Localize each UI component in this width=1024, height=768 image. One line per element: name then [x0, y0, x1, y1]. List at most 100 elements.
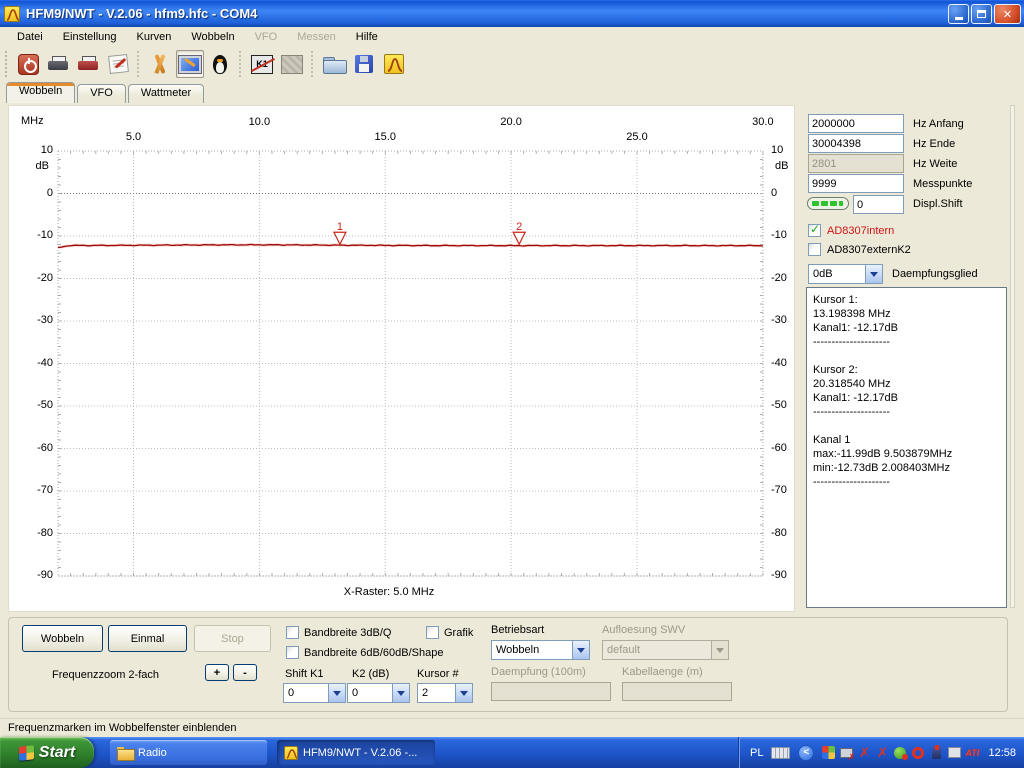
start-button[interactable]: Start [0, 737, 94, 768]
aufloesung-label: Aufloesung SWV [602, 624, 685, 636]
cursor-info-line: Kanal1: -12.17dB [813, 322, 1000, 336]
chevron-down-icon [865, 265, 882, 283]
y-tick-label: -40 [771, 357, 787, 369]
cursor-info-line: --------------------- [813, 336, 1000, 350]
ad8307intern-label: AD8307intern [827, 225, 894, 237]
close-button[interactable]: ✕ [994, 4, 1021, 24]
k2-db-select[interactable]: 0 [347, 683, 410, 703]
save-icon[interactable] [350, 50, 378, 78]
x-tick-label: 10.0 [239, 116, 279, 128]
y-tick-label: 10 [13, 144, 53, 156]
maximize-button[interactable] [971, 4, 992, 24]
panel-splitter[interactable] [1010, 105, 1015, 608]
y-tick-label: -30 [13, 314, 53, 326]
print-icon[interactable] [44, 50, 72, 78]
cursor-info-line: Kanal1: -12.17dB [813, 392, 1000, 406]
display-icon[interactable] [946, 745, 962, 761]
y-tick-label: -60 [13, 442, 53, 454]
system-tray: PL < ✗ ✗ ATI 12:58 [738, 737, 1024, 768]
kursor-num-select[interactable]: 2 [417, 683, 473, 703]
taskbar: Start Radio HFM9/NWT - V.2.06 -... PL < … [0, 737, 1024, 768]
antivirus-alert-icon[interactable] [892, 745, 908, 761]
wobbeln-button[interactable]: Wobbeln [22, 625, 103, 652]
menu-messen: Messen [287, 29, 346, 45]
bandbreite-6db-checkbox[interactable] [286, 646, 299, 659]
menu-bar: Datei Einstellung Kurven Wobbeln VFO Mes… [0, 27, 1024, 46]
messpunkte-input[interactable] [808, 174, 904, 193]
zoom-in-button[interactable]: + [205, 664, 229, 681]
battery-icon[interactable] [928, 745, 944, 761]
cursor-info-line: 20.318540 MHz [813, 378, 1000, 392]
cursor-info-line: min:-12.73dB 2.008403MHz [813, 462, 1000, 476]
x-tick-label: 15.0 [365, 131, 405, 143]
y-tick-label: -80 [13, 527, 53, 539]
edit-notes-icon[interactable] [104, 50, 132, 78]
tray-chevron-icon[interactable]: < [798, 745, 814, 761]
menu-kurven[interactable]: Kurven [127, 29, 182, 45]
red-x-icon[interactable]: ✗ [856, 745, 872, 761]
betriebsart-label: Betriebsart [491, 624, 544, 636]
y-tick-label: 0 [13, 187, 53, 199]
y-axis-unit-label: dB [775, 160, 788, 172]
einmal-button[interactable]: Einmal [108, 625, 187, 652]
tab-vfo[interactable]: VFO [77, 84, 126, 103]
task-hfm9nwt[interactable]: HFM9/NWT - V.2.06 -... [277, 740, 435, 765]
y-tick-label: -40 [13, 357, 53, 369]
zoom-out-button[interactable]: - [233, 664, 257, 681]
tab-wobbeln[interactable]: Wobbeln [6, 82, 75, 103]
ad8307externk2-checkbox[interactable] [808, 243, 821, 256]
daempfungsglied-select[interactable]: 0dB [808, 264, 883, 284]
grafik-checkbox[interactable] [426, 626, 439, 639]
y-tick-label: -70 [13, 484, 53, 496]
y-tick-label: -50 [13, 399, 53, 411]
cursor-info-line: --------------------- [813, 406, 1000, 420]
print-red-icon[interactable] [74, 50, 102, 78]
svg-text:1: 1 [337, 221, 343, 233]
sweep-curve-icon [284, 746, 298, 760]
hz-anfang-input[interactable] [808, 114, 904, 133]
sweep-curve-icon[interactable] [380, 50, 408, 78]
y-tick-label: -50 [771, 399, 787, 411]
tools-icon[interactable] [146, 50, 174, 78]
clock: 12:58 [988, 747, 1016, 759]
bandbreite-3db-checkbox[interactable] [286, 626, 299, 639]
kabellaenge-input [622, 682, 732, 701]
shift-k1-select[interactable]: 0 [283, 683, 346, 703]
keyboard-icon[interactable] [771, 747, 790, 759]
y-tick-label: 10 [771, 144, 783, 156]
menu-vfo: VFO [245, 29, 288, 45]
menu-hilfe[interactable]: Hilfe [346, 29, 388, 45]
sweep-chart[interactable]: 12 [9, 106, 796, 613]
minimize-button[interactable] [948, 4, 969, 24]
ad8307intern-checkbox[interactable]: ✓ [808, 224, 821, 237]
screen-edit-icon[interactable] [176, 50, 204, 78]
betriebsart-select[interactable]: Wobbeln [491, 640, 590, 660]
displ-shift-input[interactable] [853, 195, 904, 214]
frequenzzoom-label: Frequenzzoom 2-fach [52, 669, 159, 681]
svg-text:2: 2 [516, 221, 522, 233]
hz-ende-input[interactable] [808, 134, 904, 153]
cursor-info-line: Kursor 2: [813, 364, 1000, 378]
task-radio[interactable]: Radio [110, 740, 267, 765]
power-icon[interactable] [14, 50, 42, 78]
menu-datei[interactable]: Datei [7, 29, 53, 45]
k2-image-icon[interactable] [278, 50, 306, 78]
x-tick-label: 30.0 [743, 116, 783, 128]
cursor-info-line: 13.198398 MHz [813, 308, 1000, 322]
pc-alert-icon[interactable] [838, 745, 854, 761]
folder-open-icon[interactable] [320, 50, 348, 78]
menu-wobbeln[interactable]: Wobbeln [181, 29, 244, 45]
language-indicator[interactable]: PL [746, 745, 767, 761]
toolbar-separator [137, 51, 141, 77]
penguin-icon[interactable] [206, 50, 234, 78]
red-ring-icon[interactable] [910, 745, 926, 761]
windows-logo-icon[interactable] [820, 745, 836, 761]
ati-icon[interactable]: ATI [964, 745, 980, 761]
kabellaenge-label: Kabellaenge (m) [622, 666, 703, 678]
tab-wattmeter[interactable]: Wattmeter [128, 84, 204, 103]
k1-image-icon[interactable]: K1 [248, 50, 276, 78]
menu-einstellung[interactable]: Einstellung [53, 29, 127, 45]
hz-anfang-label: Hz Anfang [913, 118, 964, 130]
red-x2-icon[interactable]: ✗ [874, 745, 890, 761]
y-tick-label: -10 [771, 229, 787, 241]
